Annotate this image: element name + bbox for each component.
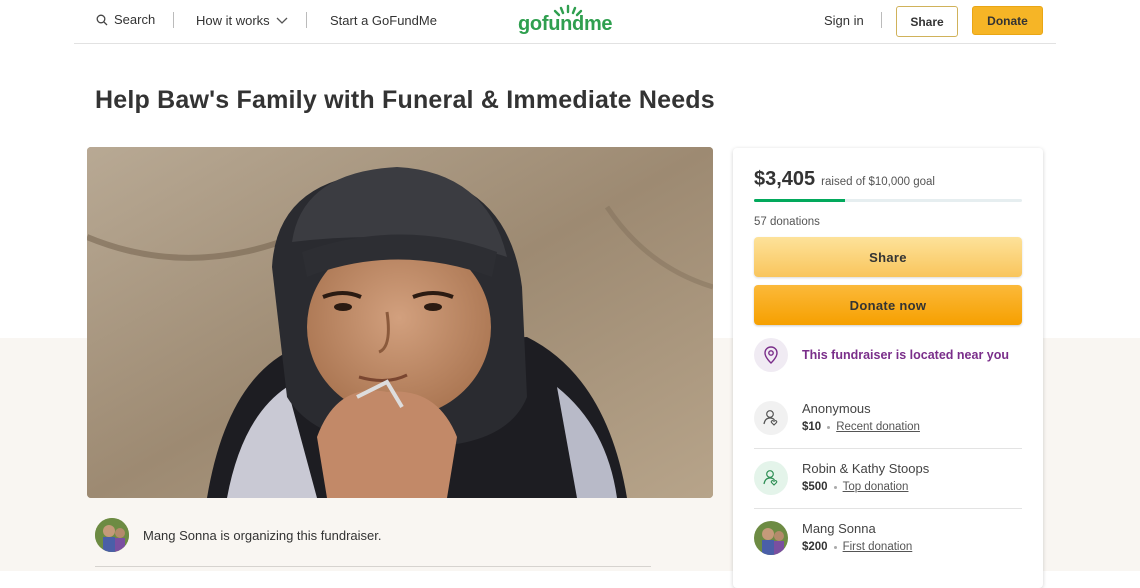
how-it-works-label: How it works	[196, 13, 270, 28]
fundraiser-photo	[87, 147, 713, 498]
near-you-text: This fundraiser is located near you	[802, 348, 1010, 362]
start-gofundme-link[interactable]: Start a GoFundMe	[330, 13, 437, 28]
sign-in-label: Sign in	[824, 13, 864, 28]
progress-bar-fill	[754, 199, 846, 202]
sign-in-link[interactable]: Sign in	[824, 13, 864, 28]
recent-donation-link[interactable]: Recent donation	[836, 418, 920, 436]
donor-amount: $200	[802, 541, 828, 553]
donor-details: Anonymous $10 Recent donation	[802, 400, 920, 436]
gofundme-logo[interactable]: gofundme	[518, 4, 613, 38]
raised-summary: $3,405 raised of $10,000 goal	[754, 168, 935, 191]
divider	[95, 566, 651, 567]
page-title: Help Baw's Family with Funeral & Immedia…	[95, 86, 715, 114]
donor-amount: $500	[802, 481, 828, 493]
how-it-works-menu[interactable]: How it works	[196, 13, 288, 28]
donation-count: 57 donations	[754, 216, 820, 228]
start-gofundme-label: Start a GoFundMe	[330, 13, 437, 28]
donor-avatar	[754, 521, 788, 555]
donor-name: Robin & Kathy Stoops	[802, 461, 930, 476]
bullet-separator	[827, 425, 831, 429]
near-you-notice: This fundraiser is located near you	[754, 338, 1009, 372]
bullet-separator	[833, 485, 837, 489]
share-button[interactable]: Share	[754, 237, 1022, 277]
donor-item: Robin & Kathy Stoops $500 Top donation	[754, 460, 929, 496]
fundraiser-photo-illustration	[87, 147, 713, 498]
search-button[interactable]: Search	[96, 12, 155, 27]
nav-divider	[173, 12, 174, 28]
raised-amount: $3,405	[754, 168, 816, 190]
donor-name: Anonymous	[802, 401, 871, 416]
nav-divider	[306, 12, 307, 28]
donor-details: Mang Sonna $200 First donation	[802, 520, 912, 556]
donor-amount: $10	[802, 421, 822, 433]
user-heart-icon	[754, 401, 788, 435]
top-donation-link[interactable]: Top donation	[843, 478, 909, 496]
first-donation-link[interactable]: First donation	[843, 538, 913, 556]
donor-item: Anonymous $10 Recent donation	[754, 400, 920, 436]
organizer-row: Mang Sonna is organizing this fundraiser…	[95, 518, 381, 552]
donor-details: Robin & Kathy Stoops $500 Top donation	[802, 460, 929, 496]
user-heart-icon	[754, 461, 788, 495]
header-share-button[interactable]: Share	[896, 6, 958, 37]
avatar-image	[754, 521, 788, 555]
raised-goal: raised of $10,000 goal	[821, 176, 935, 188]
search-icon	[96, 14, 108, 25]
organizer-text: Mang Sonna is organizing this fundraiser…	[143, 527, 382, 543]
organizer-avatar[interactable]	[95, 518, 129, 552]
donor-item: Mang Sonna $200 First donation	[754, 520, 912, 556]
nav-divider	[881, 12, 882, 28]
divider	[754, 448, 1022, 449]
donor-meta: $200 First donation	[802, 538, 912, 556]
donate-now-button[interactable]: Donate now	[754, 285, 1022, 325]
header-donate-button[interactable]: Donate	[972, 6, 1043, 35]
location-pin-icon	[754, 338, 788, 372]
logo-text: gofundme	[518, 13, 613, 35]
progress-bar	[754, 199, 1022, 202]
donor-meta: $10 Recent donation	[802, 418, 920, 436]
search-label: Search	[114, 12, 156, 27]
bullet-separator	[833, 545, 837, 549]
chevron-down-icon	[276, 17, 288, 24]
avatar-image	[95, 518, 129, 552]
top-navigation: Search How it works Start a GoFundMe gof…	[74, 0, 1056, 44]
donation-card: $3,405 raised of $10,000 goal 57 donatio…	[733, 148, 1043, 588]
donor-name: Mang Sonna	[802, 521, 876, 536]
divider	[754, 508, 1022, 509]
donor-meta: $500 Top donation	[802, 478, 929, 496]
